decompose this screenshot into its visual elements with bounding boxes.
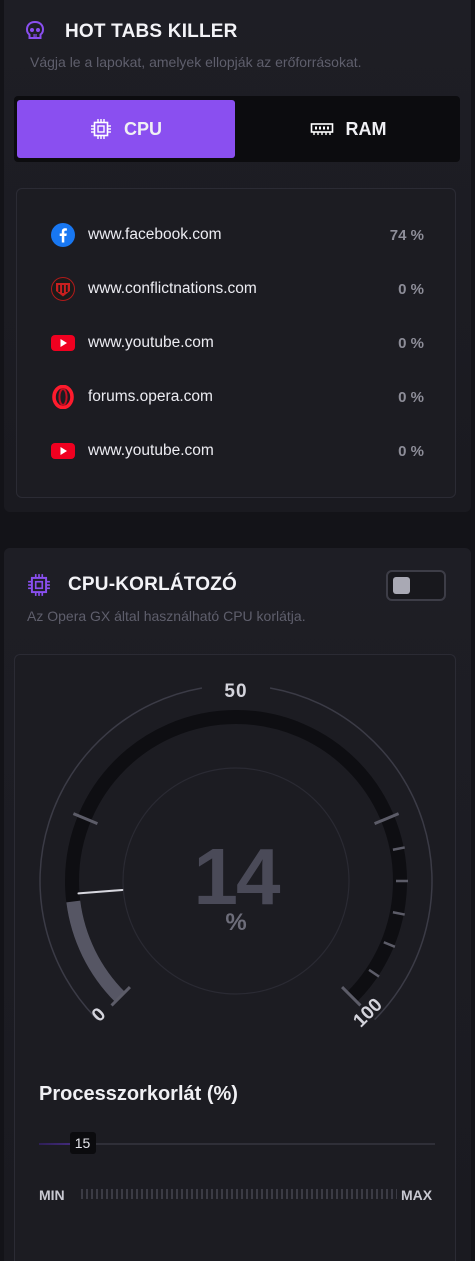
cpu-limiter-toggle[interactable] <box>386 570 446 601</box>
cpu-icon <box>90 119 111 139</box>
resource-tab-switcher: CPU RAM <box>14 96 460 162</box>
list-item[interactable]: www.facebook.com 74 % <box>17 215 455 255</box>
skull-icon <box>25 20 45 39</box>
site-name: www.youtube.com <box>88 334 214 351</box>
cpu-gauge-box: 50 0 100 14 % Processzorkorlát (%) 15 MI… <box>14 654 456 1261</box>
facebook-icon <box>51 223 75 247</box>
site-name: www.conflictnations.com <box>88 280 257 297</box>
cpu-usage-value: 0 % <box>398 280 424 298</box>
slider-scale-ticks <box>81 1189 397 1199</box>
site-name: www.facebook.com <box>88 226 222 243</box>
cpu-limiter-subtitle: Az Opera GX által használható CPU korlát… <box>27 608 306 624</box>
hot-tabs-subtitle: Vágja le a lapokat, amelyek ellopják az … <box>30 54 362 70</box>
cpu-limiter-panel: CPU-KORLÁTOZÓ Az Opera GX által használh… <box>4 548 471 1261</box>
gauge-label-0: 0 <box>88 1004 110 1026</box>
list-item[interactable]: www.youtube.com 0 % <box>17 431 455 471</box>
list-item[interactable]: forums.opera.com 0 % <box>17 377 455 417</box>
ram-icon <box>310 123 333 135</box>
conflictnations-icon <box>51 277 75 301</box>
slider-min-label: MIN <box>39 1187 65 1203</box>
site-name: forums.opera.com <box>88 388 213 405</box>
slider-thumb[interactable]: 15 <box>69 1132 96 1154</box>
list-item[interactable]: www.conflictnations.com 0 % <box>17 269 455 309</box>
gauge-unit: % <box>225 909 247 936</box>
tab-ram-label: RAM <box>345 118 387 139</box>
tab-cpu-label: CPU <box>123 118 162 139</box>
opera-icon <box>51 385 75 409</box>
cpu-usage-value: 0 % <box>398 388 424 406</box>
gauge-label-50: 50 <box>224 681 247 702</box>
cpu-limiter-title: CPU-KORLÁTOZÓ <box>68 574 238 595</box>
hot-tabs-list: www.facebook.com 74 % www.conflictnation… <box>16 188 456 498</box>
list-item[interactable]: www.youtube.com 0 % <box>17 323 455 363</box>
youtube-icon <box>51 331 75 355</box>
tab-cpu[interactable]: CPU <box>17 100 235 158</box>
tab-ram[interactable]: RAM <box>239 100 457 158</box>
hot-tabs-title: HOT TABS KILLER <box>65 21 238 42</box>
cpu-usage-value: 74 % <box>389 226 424 244</box>
youtube-icon <box>51 439 75 463</box>
slider-max-label: MAX <box>401 1187 433 1203</box>
cpu-limit-slider-title: Processzorkorlát (%) <box>39 1083 238 1105</box>
cpu-usage-value: 0 % <box>398 334 424 352</box>
hot-tabs-killer-panel: HOT TABS KILLER Vágja le a lapokat, amel… <box>4 0 471 512</box>
toggle-knob <box>393 577 410 594</box>
site-name: www.youtube.com <box>88 442 214 459</box>
cpu-limit-slider[interactable]: 15 <box>39 1132 435 1154</box>
cpu-usage-value: 0 % <box>398 442 424 460</box>
cpu-icon <box>28 574 50 596</box>
